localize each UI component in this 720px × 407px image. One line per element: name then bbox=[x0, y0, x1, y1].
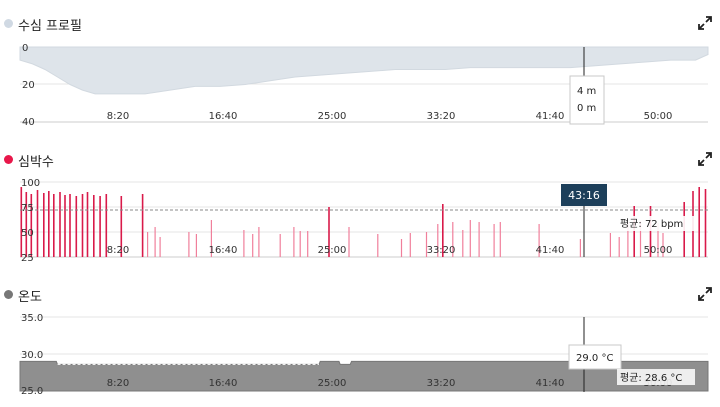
y-tick-label: 50 bbox=[21, 228, 34, 239]
heart-rate-legend-dot bbox=[4, 155, 13, 164]
x-tick-label: 33:20 bbox=[427, 378, 456, 389]
x-tick-label: 16:40 bbox=[209, 111, 238, 122]
x-tick-label: 41:40 bbox=[536, 111, 565, 122]
y-tick-label: 100 bbox=[21, 178, 40, 189]
x-tick-label: 41:40 bbox=[536, 378, 565, 389]
x-tick-label: 25:00 bbox=[318, 378, 347, 389]
depth-legend-dot bbox=[4, 19, 13, 28]
y-tick-label: 35.0 bbox=[21, 313, 43, 324]
temperature-panel-header: 온도 bbox=[0, 285, 720, 305]
x-tick-label: 25:00 bbox=[318, 245, 347, 256]
x-tick-label: 16:40 bbox=[209, 378, 238, 389]
depth-panel-title: 수심 프로필 bbox=[18, 19, 82, 34]
x-tick-label: 8:20 bbox=[107, 111, 129, 122]
y-tick-label: 40 bbox=[22, 117, 35, 128]
x-tick-label: 16:40 bbox=[209, 245, 238, 256]
heart-rate-panel-header: 심박수 bbox=[0, 150, 720, 170]
x-tick-label: 8:20 bbox=[107, 378, 129, 389]
y-tick-label: 25.0 bbox=[21, 386, 43, 397]
y-tick-label: 30.0 bbox=[21, 350, 43, 361]
temperature-panel-title: 온도 bbox=[18, 290, 42, 305]
y-tick-label: 0 bbox=[22, 43, 28, 54]
heart-rate-panel-title: 심박수 bbox=[18, 155, 54, 170]
average-label: 평균: 72 bpm bbox=[620, 218, 683, 230]
depth-area-series bbox=[19, 46, 709, 95]
expand-icon[interactable] bbox=[698, 152, 712, 166]
depth-panel-header: 수심 프로필 bbox=[0, 14, 720, 34]
y-tick-label: 25 bbox=[21, 253, 34, 264]
expand-icon[interactable] bbox=[698, 16, 712, 30]
y-tick-label: 20 bbox=[22, 80, 35, 91]
depth-panel: 수심 프로필 0 20 40 8:20 16:40 25:00 33:20 41… bbox=[0, 14, 720, 129]
depth-tooltip-line: 0 m bbox=[577, 103, 596, 114]
x-tick-label: 33:20 bbox=[427, 111, 456, 122]
heart-rate-panel: 심박수 100 75 50 25 8:20 16:40 25:00 33:20 … bbox=[0, 150, 720, 265]
temperature-panel: 온도 35.0 30.0 25.0 8:20 16:40 25:00 33:20… bbox=[0, 285, 720, 407]
y-tick-label: 75 bbox=[21, 203, 34, 214]
cursor-time-label: 43:16 bbox=[568, 189, 600, 202]
x-tick-label: 50:00 bbox=[644, 245, 673, 256]
depth-chart: 0 20 40 8:20 16:40 25:00 33:20 41:40 50:… bbox=[19, 43, 709, 128]
x-tick-label: 33:20 bbox=[427, 245, 456, 256]
x-tick-label: 8:20 bbox=[107, 245, 129, 256]
depth-tooltip bbox=[569, 75, 605, 125]
x-tick-label: 25:00 bbox=[318, 111, 347, 122]
expand-icon[interactable] bbox=[698, 287, 712, 301]
average-label: 평균: 28.6 °C bbox=[620, 372, 682, 384]
temperature-legend-dot bbox=[4, 290, 13, 299]
temperature-tooltip-value: 29.0 °C bbox=[576, 353, 613, 364]
x-tick-label: 41:40 bbox=[536, 245, 565, 256]
x-tick-label: 50:00 bbox=[644, 111, 673, 122]
heart-rate-chart: 100 75 50 25 8:20 16:40 25:00 33:20 41:4… bbox=[20, 178, 708, 264]
depth-tooltip-line: 4 m bbox=[577, 86, 596, 97]
temperature-chart: 35.0 30.0 25.0 8:20 16:40 25:00 33:20 41… bbox=[19, 313, 709, 397]
